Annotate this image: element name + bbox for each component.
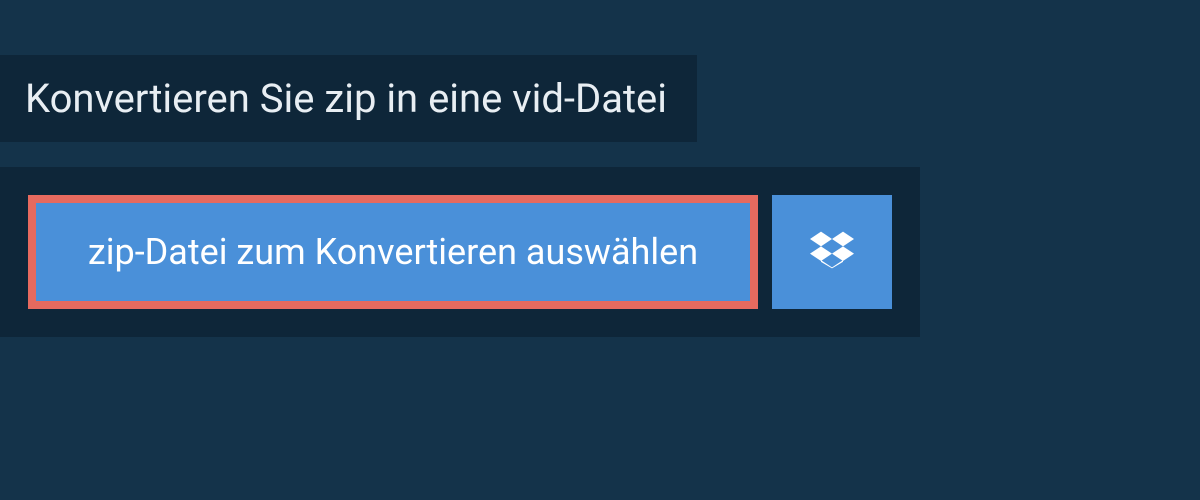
upload-panel: zip-Datei zum Konvertieren auswählen: [0, 167, 920, 337]
heading-container: Konvertieren Sie zip in eine vid-Datei: [0, 55, 697, 142]
select-file-label: zip-Datei zum Konvertieren auswählen: [88, 231, 698, 273]
page-title: Konvertieren Sie zip in eine vid-Datei: [25, 75, 667, 122]
dropbox-icon: [810, 228, 854, 276]
dropbox-button[interactable]: [772, 195, 892, 309]
select-file-button[interactable]: zip-Datei zum Konvertieren auswählen: [28, 195, 758, 309]
